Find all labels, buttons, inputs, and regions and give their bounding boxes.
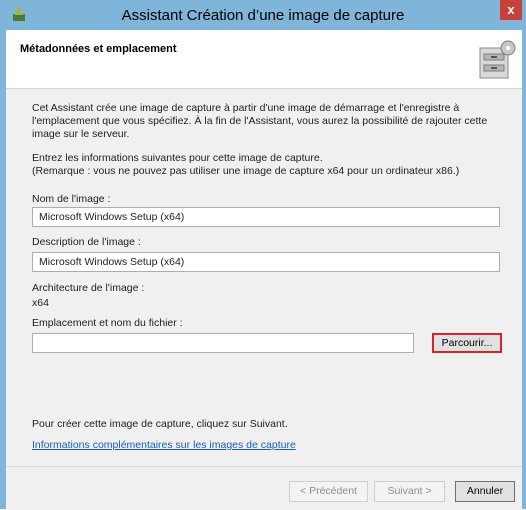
title-bar: Assistant Création d’une image de captur… bbox=[0, 0, 526, 30]
page-heading: Métadonnées et emplacement bbox=[20, 43, 177, 55]
wizard-footer: < Précédent Suivant > Annuler bbox=[6, 466, 522, 510]
browse-button[interactable]: Parcourir... bbox=[432, 333, 502, 353]
wizard-content: Métadonnées et emplacement Cet Assistant… bbox=[6, 30, 522, 510]
image-architecture-value: x64 bbox=[32, 297, 49, 309]
window-title: Assistant Création d’une image de captur… bbox=[121, 7, 405, 24]
image-name-label: Nom de l'image : bbox=[32, 193, 111, 205]
more-info-link[interactable]: Informations complémentaires sur les ima… bbox=[32, 439, 296, 451]
image-description-input[interactable]: Microsoft Windows Setup (x64) bbox=[32, 252, 500, 272]
bottom-instruction: Pour créer cette image de capture, cliqu… bbox=[32, 418, 288, 430]
intro-text: Cet Assistant crée une image de capture … bbox=[32, 102, 488, 140]
image-name-input[interactable]: Microsoft Windows Setup (x64) bbox=[32, 207, 500, 227]
file-path-label: Emplacement et nom du fichier : bbox=[32, 317, 183, 329]
cancel-button[interactable]: Annuler bbox=[455, 481, 515, 502]
close-button[interactable]: x bbox=[500, 0, 522, 20]
wizard-window: Assistant Création d’une image de captur… bbox=[0, 0, 526, 510]
instructions-text: Entrez les informations suivantes pour c… bbox=[32, 152, 460, 177]
back-button[interactable]: < Précédent bbox=[289, 481, 368, 502]
wizard-body: Cet Assistant crée une image de capture … bbox=[6, 89, 522, 459]
image-description-label: Description de l'image : bbox=[32, 236, 141, 248]
file-path-input[interactable] bbox=[32, 333, 414, 353]
next-button[interactable]: Suivant > bbox=[374, 481, 445, 502]
file-cabinet-icon bbox=[479, 40, 516, 79]
wizard-header: Métadonnées et emplacement bbox=[6, 30, 522, 89]
image-architecture-label: Architecture de l'image : bbox=[32, 282, 145, 294]
